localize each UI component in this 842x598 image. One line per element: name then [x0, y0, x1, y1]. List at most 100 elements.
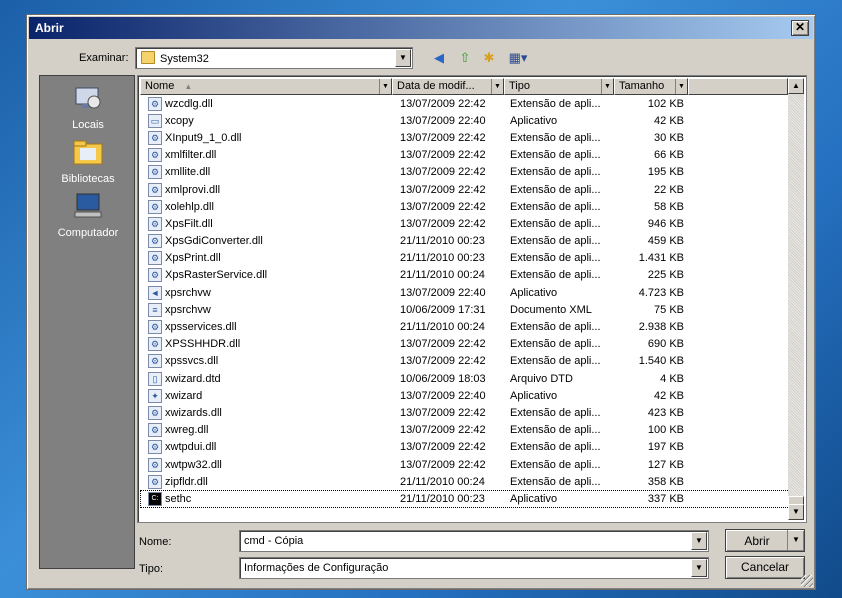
- column-date[interactable]: Data de modif... ▼: [392, 78, 504, 95]
- file-row[interactable]: ⚙ wzcdlg.dll 13/07/2009 22:42 Extensão de a…: [140, 95, 790, 112]
- chevron-down-icon[interactable]: ▼: [395, 49, 411, 67]
- file-name-cell: ⚙ XpsGdiConverter.dll: [140, 234, 392, 249]
- open-options-chevron-icon[interactable]: ▼: [787, 530, 804, 551]
- file-name: wzcdlg.dll: [165, 97, 213, 110]
- cancel-button[interactable]: Cancelar: [725, 556, 805, 579]
- file-row[interactable]: ⚙ XpsFilt.dll 13/07/2009 22:42 Extensão de …: [140, 215, 790, 232]
- filename-field[interactable]: cmd - Cópia ▼: [239, 530, 709, 552]
- file-date: 21/11/2010 00:24: [400, 269, 485, 282]
- chevron-down-icon[interactable]: ▼: [601, 79, 613, 94]
- file-row[interactable]: ≡ xpsrchvw 10/06/2009 17:31 Documento XML 75…: [140, 301, 790, 318]
- file-size: 690 KB: [647, 338, 684, 351]
- file-type: Extensão de apli...: [510, 235, 601, 248]
- file-row[interactable]: ⚙ xwizards.dll 13/07/2009 22:42 Extensão de…: [140, 404, 790, 421]
- file-name-cell: ≡ xpsrchvw: [140, 302, 392, 317]
- place-recent[interactable]: Locais: [40, 84, 136, 131]
- file-size: 459 KB: [647, 235, 684, 248]
- file-row[interactable]: ⚙ XpsPrint.dll 21/11/2010 00:23 Extensão de…: [140, 250, 790, 267]
- file-name-cell: ⚙ wzcdlg.dll: [140, 96, 392, 111]
- exe-icon: ▭: [148, 113, 162, 128]
- up-folder-icon[interactable]: ⇧: [455, 49, 475, 67]
- dtd-icon: ▯: [148, 371, 162, 386]
- close-icon: ✕: [794, 20, 806, 34]
- file-size: 4.723 KB: [638, 286, 684, 299]
- file-row[interactable]: ⚙ xpsservices.dll 21/11/2010 00:24 Extensão…: [140, 318, 790, 335]
- filetype-select[interactable]: Informações de Configuração ▼: [239, 557, 709, 579]
- file-type: Extensão de apli...: [510, 269, 601, 282]
- file-name-cell: ⚙ xwreg.dll: [140, 423, 392, 438]
- file-name: xmlprovi.dll: [165, 183, 221, 196]
- file-type: Extensão de apli...: [510, 475, 601, 488]
- new-folder-icon[interactable]: ✱: [479, 49, 499, 67]
- file-row[interactable]: ⚙ xwreg.dll 13/07/2009 22:42 Extensão de ap…: [140, 422, 790, 439]
- dll-icon: ⚙: [148, 354, 162, 369]
- open-button-label: Abrir: [744, 534, 770, 548]
- lookin-combo[interactable]: System32 ▼: [135, 47, 413, 69]
- place-computer[interactable]: Computador: [40, 192, 136, 239]
- scroll-down-icon[interactable]: ▼: [788, 504, 804, 520]
- xps-viewer-icon: ◄: [148, 285, 162, 300]
- file-row[interactable]: ⚙ xwtpdui.dll 13/07/2009 22:42 Extensão de …: [140, 439, 790, 456]
- file-row[interactable]: ⚙ XPSSHHDR.dll 13/07/2009 22:42 Extensão de…: [140, 336, 790, 353]
- file-row[interactable]: ◄ xpsrchvw 13/07/2009 22:40 Aplicativo 4.723…: [140, 284, 790, 301]
- file-list[interactable]: Nome ▲ ▼ Data de modif... ▼ Tipo ▼ Tamanho ▼ …: [137, 75, 807, 523]
- file-row[interactable]: ⚙ xwtpw32.dll 13/07/2009 22:42 Extensão de …: [140, 456, 790, 473]
- file-row[interactable]: ⚙ zipfldr.dll 21/11/2010 00:24 Extensão de …: [140, 473, 790, 490]
- dll-icon: ⚙: [148, 251, 162, 266]
- close-button[interactable]: ✕: [791, 20, 809, 36]
- file-row[interactable]: ▭ xcopy 13/07/2009 22:40 Aplicativo 42 KB: [140, 112, 790, 129]
- back-icon[interactable]: ◀: [429, 49, 449, 67]
- file-size: 42 KB: [654, 114, 684, 127]
- file-row[interactable]: ✦ xwizard 13/07/2009 22:40 Aplicativo 42 KB: [140, 387, 790, 404]
- column-name-label: Nome: [145, 80, 175, 92]
- chevron-down-icon[interactable]: ▼: [691, 532, 707, 550]
- column-name[interactable]: Nome ▲ ▼: [140, 78, 392, 95]
- chevron-down-icon[interactable]: ▼: [491, 79, 503, 94]
- file-row[interactable]: ⚙ XpsRasterService.dll 21/11/2010 00:24 Ext…: [140, 267, 790, 284]
- file-row[interactable]: ⚙ xmlprovi.dll 13/07/2009 22:42 Extensão de…: [140, 181, 790, 198]
- scroll-up-icon[interactable]: ▲: [788, 78, 804, 94]
- file-type: Extensão de apli...: [510, 441, 601, 454]
- xml-icon: ≡: [148, 302, 162, 317]
- file-row[interactable]: C: sethc 21/11/2010 00:23 Aplicativo 337 KB: [140, 490, 790, 508]
- file-row[interactable]: ⚙ xpssvcs.dll 13/07/2009 22:42 Extensão de …: [140, 353, 790, 370]
- vertical-scrollbar[interactable]: ▲ ▼: [788, 78, 804, 520]
- column-type[interactable]: Tipo ▼: [504, 78, 614, 95]
- file-name-cell: ⚙ xwtpdui.dll: [140, 440, 392, 455]
- place-libraries[interactable]: Bibliotecas: [40, 138, 136, 185]
- file-date: 13/07/2009 22:42: [400, 406, 486, 419]
- file-row[interactable]: ▯ xwizard.dtd 10/06/2009 18:03 Arquivo DTD 4…: [140, 370, 790, 387]
- column-size[interactable]: Tamanho ▼: [614, 78, 688, 95]
- file-date: 13/07/2009 22:42: [400, 183, 486, 196]
- recent-places-icon: [75, 87, 101, 109]
- chevron-down-icon[interactable]: ▼: [675, 79, 687, 94]
- computer-icon: [74, 193, 102, 218]
- chevron-down-icon[interactable]: ▼: [691, 559, 707, 577]
- file-name: xolehlp.dll: [165, 200, 214, 213]
- file-name-cell: ⚙ xolehlp.dll: [140, 199, 392, 214]
- place-label: Locais: [72, 119, 104, 131]
- dll-icon: ⚙: [148, 405, 162, 420]
- resize-grip[interactable]: [801, 575, 813, 587]
- file-size: 127 KB: [647, 458, 684, 471]
- file-size: 102 KB: [647, 97, 684, 110]
- dll-icon: ⚙: [148, 96, 162, 111]
- file-size: 75 KB: [654, 303, 684, 316]
- open-button[interactable]: Abrir ▼: [725, 529, 805, 552]
- chevron-down-icon[interactable]: ▼: [379, 79, 391, 94]
- column-filler: [688, 78, 788, 95]
- file-row[interactable]: ⚙ xolehlp.dll 13/07/2009 22:42 Extensão de …: [140, 198, 790, 215]
- file-row[interactable]: ⚙ XInput9_1_0.dll 13/07/2009 22:42 Extensão…: [140, 129, 790, 146]
- places-bar: Locais Bibliotecas Computador: [39, 75, 135, 569]
- file-row[interactable]: ⚙ xmlfilter.dll 13/07/2009 22:42 Extensão d…: [140, 147, 790, 164]
- file-name: xpssvcs.dll: [165, 355, 219, 368]
- sort-ascending-icon: ▲: [184, 82, 193, 91]
- file-size: 225 KB: [647, 269, 684, 282]
- file-row[interactable]: ⚙ XpsGdiConverter.dll 21/11/2010 00:23 Exte…: [140, 233, 790, 250]
- file-row[interactable]: ⚙ xmllite.dll 13/07/2009 22:42 Extensão de …: [140, 164, 790, 181]
- file-name: xwtpw32.dll: [165, 458, 222, 471]
- dll-icon: ⚙: [148, 440, 162, 455]
- views-menu-icon[interactable]: ▦▾: [505, 49, 531, 67]
- dll-icon: ⚙: [148, 182, 162, 197]
- file-size: 423 KB: [647, 406, 684, 419]
